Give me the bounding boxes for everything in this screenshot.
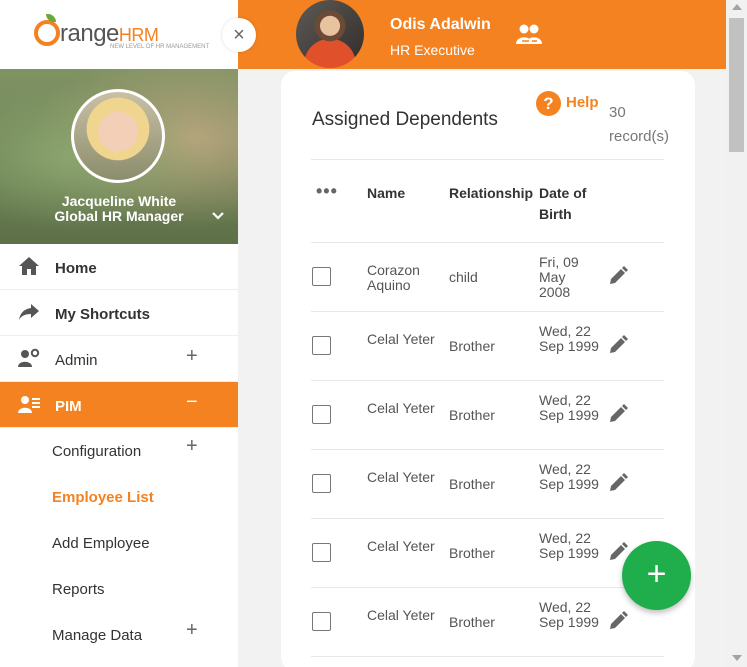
column-header-dob[interactable]: Date of Birth (539, 183, 609, 225)
cell-dob: Wed, 22 Sep 1999 (539, 599, 599, 630)
cell-name: Celal Yeter (367, 607, 435, 623)
profile-title: Global HR Manager (54, 208, 184, 224)
cell-name: Celal Yeter (367, 400, 435, 416)
cell-dob: Wed, 22 Sep 1999 (539, 323, 599, 354)
top-bar: Odis Adalwin HR Executive (238, 0, 726, 69)
table-row: Celal Yeter Brother Wed, 22 Sep 1999 (311, 450, 664, 519)
edit-pencil-icon[interactable] (608, 611, 628, 631)
row-checkbox[interactable] (312, 474, 331, 493)
column-header-relationship[interactable]: Relationship (449, 183, 533, 204)
cell-name: Corazon Aquino (367, 262, 420, 293)
table-row: Corazon Aquino child Fri, 09 May 2008 (311, 243, 664, 312)
table-body: Corazon Aquino child Fri, 09 May 2008 Ce… (311, 243, 664, 657)
collapse-minus-icon[interactable]: − (186, 391, 198, 414)
scroll-up-arrow-icon[interactable] (732, 4, 742, 10)
close-sidebar-button[interactable]: × (222, 18, 256, 52)
subnav-item-employee-list[interactable]: Employee List (0, 474, 238, 520)
edit-pencil-icon[interactable] (608, 473, 628, 493)
profile-name: Jacqueline White (61, 193, 177, 209)
share-arrow-icon (18, 302, 40, 322)
help-label: Help (566, 94, 599, 111)
subnav-label: Configuration (52, 443, 142, 460)
subnav-label: Reports (52, 581, 105, 598)
cell-relationship: Brother (449, 545, 495, 561)
cell-name: Celal Yeter (367, 469, 435, 485)
top-user-name: Odis Adalwin (390, 16, 491, 33)
subnav-label: Manage Data (52, 627, 143, 644)
logo-orange-icon (34, 20, 60, 46)
page-scrollbar[interactable] (726, 0, 747, 667)
edit-pencil-icon[interactable] (608, 404, 628, 424)
expand-plus-icon[interactable]: + (186, 345, 198, 368)
user-profile-panel: Jacqueline White Global HR Manager (0, 69, 238, 244)
switch-users-icon[interactable] (516, 22, 542, 46)
subnav-label: Employee List (52, 489, 154, 506)
edit-pencil-icon[interactable] (608, 335, 628, 355)
scroll-down-arrow-icon[interactable] (732, 655, 742, 661)
logo-tagline: NEW LEVEL OF HR MANAGEMENT (110, 44, 210, 50)
cell-relationship: Brother (449, 407, 495, 423)
page-title: Assigned Dependents (312, 109, 498, 130)
logo-text: range (60, 20, 119, 47)
table-row: Celal Yeter Brother Wed, 22 Sep 1999 (311, 312, 664, 381)
profile-avatar (71, 89, 165, 183)
chevron-down-icon[interactable] (212, 209, 224, 223)
help-icon: ? (536, 91, 561, 116)
cell-relationship: child (449, 269, 478, 285)
cell-name: Celal Yeter (367, 331, 435, 347)
top-user-role: HR Executive (390, 42, 475, 58)
column-header-name[interactable]: Name (367, 183, 405, 204)
table-row: Celal Yeter Brother Wed, 22 Sep 1999 (311, 381, 664, 450)
divider (311, 159, 664, 160)
scroll-thumb[interactable] (729, 18, 744, 152)
sidebar: rangeHRM NEW LEVEL OF HR MANAGEMENT Jacq… (0, 0, 238, 667)
nav-item-admin[interactable]: Admin + (0, 336, 238, 382)
row-checkbox[interactable] (312, 612, 331, 631)
row-checkbox[interactable] (312, 267, 331, 286)
nav-item-pim[interactable]: PIM − (0, 382, 238, 428)
home-icon (18, 256, 40, 276)
edit-pencil-icon[interactable] (608, 266, 628, 286)
cell-dob: Wed, 22 Sep 1999 (539, 461, 599, 492)
expand-plus-icon[interactable]: + (186, 435, 198, 458)
cell-name: Celal Yeter (367, 538, 435, 554)
subnav-item-configuration[interactable]: Configuration + (0, 428, 238, 474)
nav-item-my-shortcuts[interactable]: My Shortcuts (0, 290, 238, 336)
nav-label: Home (55, 260, 97, 277)
subnav-label: Add Employee (52, 535, 150, 552)
records-count: 30 record(s) (609, 104, 670, 145)
row-checkbox[interactable] (312, 543, 331, 562)
cell-relationship: Brother (449, 614, 495, 630)
nav-item-home[interactable]: Home (0, 244, 238, 290)
pim-icon (18, 394, 40, 414)
add-dependent-button[interactable]: + (622, 541, 691, 610)
cell-relationship: Brother (449, 338, 495, 354)
table-row: Celal Yeter Brother Wed, 22 Sep 1999 (311, 519, 664, 588)
nav-label: My Shortcuts (55, 306, 151, 323)
orangehrm-logo[interactable]: rangeHRM NEW LEVEL OF HR MANAGEMENT (34, 14, 209, 56)
main-navigation: Home My Shortcuts Admin + PIM − Configur… (0, 244, 238, 658)
logo-accent-text: HRM (118, 25, 159, 45)
subnav-item-manage-data[interactable]: Manage Data + (0, 612, 238, 658)
cell-dob: Wed, 22 Sep 1999 (539, 392, 599, 423)
nav-label: Admin (55, 352, 98, 369)
subnav-item-reports[interactable]: Reports (0, 566, 238, 612)
table-header: ••• Name Relationship Date of Birth (311, 161, 664, 243)
table-options-icon[interactable]: ••• (316, 181, 338, 202)
top-user-avatar[interactable] (296, 0, 364, 68)
row-checkbox[interactable] (312, 336, 331, 355)
subnav-item-add-employee[interactable]: Add Employee (0, 520, 238, 566)
cell-dob: Fri, 09 May 2008 (539, 254, 579, 300)
expand-plus-icon[interactable]: + (186, 619, 198, 642)
admin-gear-icon (18, 348, 40, 368)
cell-relationship: Brother (449, 476, 495, 492)
row-checkbox[interactable] (312, 405, 331, 424)
table-row: Celal Yeter Brother Wed, 22 Sep 1999 (311, 588, 664, 657)
nav-label: PIM (55, 398, 82, 415)
cell-dob: Wed, 22 Sep 1999 (539, 530, 599, 561)
